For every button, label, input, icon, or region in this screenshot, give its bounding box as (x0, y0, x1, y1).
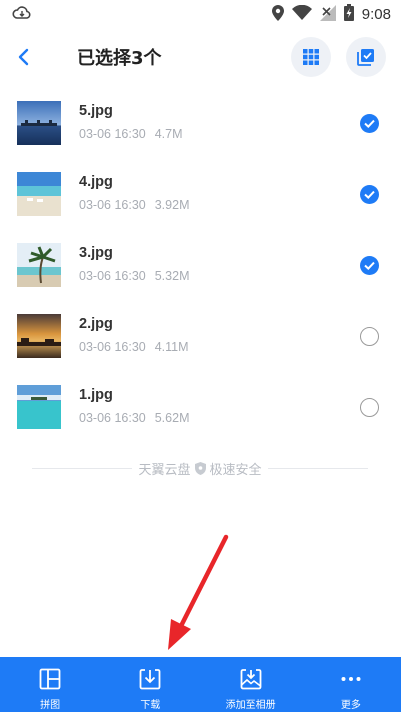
file-name: 5.jpg (79, 103, 113, 119)
add-to-album-label: 添加至相册 (225, 700, 276, 711)
file-list: 5.jpg 03-06 16:30 4.7M 4.jpg 03-06 16:30 3… (0, 88, 401, 443)
file-date: 03-06 16:30 (79, 411, 146, 425)
download-button[interactable]: 下载 (100, 657, 200, 712)
grid-view-icon (303, 49, 319, 65)
file-date: 03-06 16:30 (79, 340, 146, 354)
file-meta: 03-06 16:30 4.7M (79, 127, 183, 141)
check-icon (364, 119, 375, 129)
page-title: 已选择3个 (77, 48, 162, 69)
file-date: 03-06 16:30 (79, 127, 146, 141)
no-signal-icon (319, 4, 336, 25)
file-thumbnail (17, 101, 61, 145)
file-size: 4.11M (154, 340, 189, 354)
status-bar: 9:08 (0, 0, 401, 28)
file-row[interactable]: 1.jpg 03-06 16:30 5.62M (0, 372, 401, 443)
collage-button[interactable]: 拼图 (0, 657, 100, 712)
file-meta: 03-06 16:30 5.32M (79, 269, 189, 283)
file-thumbnail (17, 243, 61, 287)
file-row[interactable]: 5.jpg 03-06 16:30 4.7M (0, 88, 401, 159)
divider (32, 467, 133, 469)
checkbox-unchecked[interactable] (360, 398, 379, 417)
file-name: 1.jpg (79, 387, 113, 403)
add-to-album-icon (240, 669, 262, 690)
collage-label: 拼图 (40, 700, 61, 711)
shield-icon (194, 461, 206, 475)
add-to-album-button[interactable]: 添加至相册 (201, 657, 301, 712)
wifi-icon (291, 4, 312, 24)
file-name: 3.jpg (79, 245, 113, 261)
file-meta: 03-06 16:30 4.11M (79, 340, 189, 354)
file-thumbnail (17, 385, 61, 429)
select-all-button[interactable] (346, 37, 386, 77)
file-row[interactable]: 4.jpg 03-06 16:30 3.92M (0, 159, 401, 230)
checkbox-checked[interactable] (360, 185, 379, 204)
file-size: 5.62M (154, 411, 190, 425)
file-thumbnail (17, 172, 61, 216)
file-meta: 03-06 16:30 5.62M (79, 411, 189, 425)
location-icon (271, 4, 284, 25)
status-time: 9:08 (361, 6, 391, 23)
brand-footer: 天翼云盘 极速安全 (32, 458, 368, 478)
grid-view-button[interactable] (291, 37, 331, 77)
bottom-action-bar: 拼图 下载 添加至相册 更多 (0, 657, 401, 712)
checkbox-unchecked[interactable] (360, 327, 379, 346)
file-date: 03-06 16:30 (79, 198, 146, 212)
check-icon (364, 190, 375, 200)
file-size: 4.7M (154, 127, 183, 141)
collage-icon (39, 668, 61, 690)
download-label: 下载 (140, 700, 161, 711)
checkbox-checked[interactable] (360, 256, 379, 275)
brand-name: 天翼云盘 (138, 462, 191, 478)
header: 已选择3个 (0, 28, 401, 86)
file-meta: 03-06 16:30 3.92M (79, 198, 189, 212)
brand-slogan: 极速安全 (209, 462, 262, 478)
file-name: 4.jpg (79, 174, 113, 190)
more-icon (341, 677, 361, 681)
divider (267, 467, 368, 469)
file-date: 03-06 16:30 (79, 269, 146, 283)
battery-charging-icon (343, 4, 354, 25)
file-row[interactable]: 3.jpg 03-06 16:30 5.32M (0, 230, 401, 301)
file-thumbnail (17, 314, 61, 358)
file-size: 5.32M (154, 269, 190, 283)
back-arrow-icon[interactable] (12, 45, 36, 69)
select-all-icon (357, 49, 374, 66)
more-button[interactable]: 更多 (301, 657, 401, 712)
checkbox-checked[interactable] (360, 114, 379, 133)
check-icon (364, 261, 375, 271)
file-row[interactable]: 2.jpg 03-06 16:30 4.11M (0, 301, 401, 372)
download-icon (139, 669, 161, 690)
file-name: 2.jpg (79, 316, 113, 332)
more-label: 更多 (340, 700, 361, 711)
file-size: 3.92M (154, 198, 190, 212)
cloud-download-icon (12, 5, 32, 25)
